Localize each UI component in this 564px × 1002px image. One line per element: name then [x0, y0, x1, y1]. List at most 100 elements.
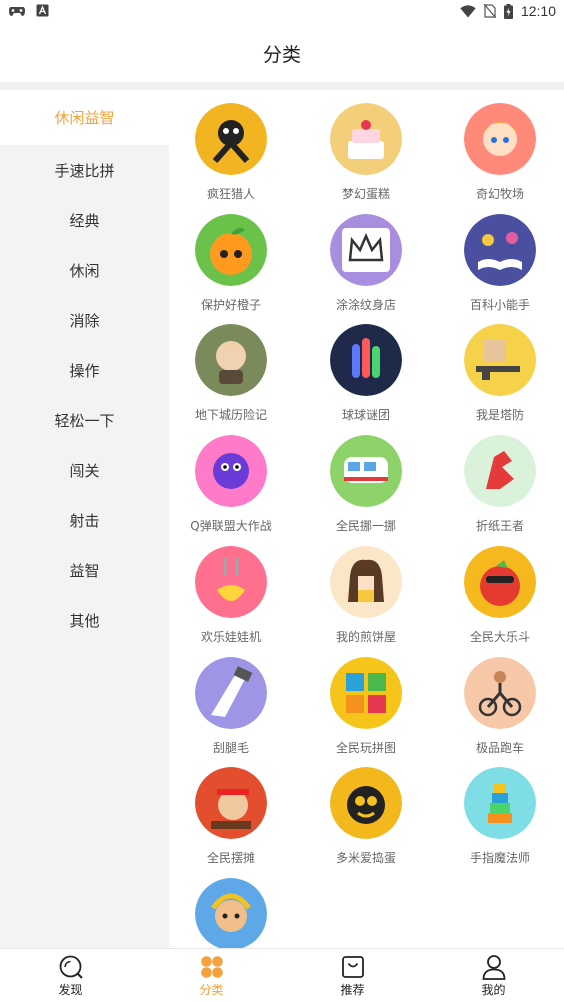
a-box-icon: [36, 4, 49, 17]
game-item[interactable]: 保护好橙子: [171, 213, 291, 322]
game-name: 极品跑车: [475, 740, 524, 755]
ranch-girl-icon: [464, 103, 536, 175]
tower-defense-gun-icon: [464, 324, 536, 397]
game-item[interactable]: 全民玩拼图: [306, 656, 426, 765]
game-item[interactable]: 刮腿毛: [171, 656, 291, 765]
game-item[interactable]: 疯狂猎人: [171, 103, 291, 211]
cake-icon: [330, 103, 402, 175]
sidebar-item[interactable]: 轻松一下: [0, 395, 169, 445]
game-item[interactable]: 全民摆摊: [171, 767, 291, 875]
game-item[interactable]: 我是塔防: [440, 324, 560, 432]
orange-icon: [195, 213, 267, 286]
game-name: 刮腿毛: [212, 740, 249, 755]
game-name: 我是塔防: [475, 408, 524, 423]
profile-icon: [482, 954, 505, 980]
game-name: 百科小能手: [469, 297, 530, 312]
battery-charging-icon: [503, 3, 513, 19]
category-icon: [200, 955, 223, 978]
game-name: 疯狂猎人: [206, 187, 255, 201]
recommend-bag-icon: [341, 955, 364, 978]
game-name: 全民摆摊: [206, 851, 255, 866]
game-grid: 疯狂猎人 梦幻蛋糕 奇幻牧场保护好橙子 涂涂纹身店 百科小能手地下城历险记 球球谜团 我是塔…: [169, 90, 564, 948]
encyclopedia-book-icon: [464, 213, 536, 286]
game-name: 多米爱捣蛋: [335, 851, 396, 866]
game-item[interactable]: 奇幻牧场: [440, 103, 560, 211]
origami-rooster-icon: [464, 435, 536, 508]
no-sim-icon: [483, 4, 496, 18]
tab-label: 发现: [58, 982, 83, 997]
claw-machine-icon: [195, 545, 267, 618]
game-name: 全民挪一挪: [335, 519, 396, 534]
game-name: 涂涂纹身店: [335, 297, 396, 312]
game-name: 欢乐娃娃机: [200, 629, 261, 644]
game-name: 我的煎饼屋: [335, 629, 396, 644]
dungeon-hero-icon: [195, 324, 267, 397]
bike-rider-icon: [464, 656, 536, 729]
game-item[interactable]: [171, 877, 291, 948]
tab-label: 分类: [199, 982, 224, 997]
game-item[interactable]: 百科小能手: [440, 213, 560, 322]
game-item[interactable]: Q弹联盟大作战: [171, 435, 291, 543]
game-name: 球球谜团: [341, 408, 390, 423]
game-item[interactable]: 手指魔法师: [440, 767, 560, 875]
app-header: 分类: [0, 24, 564, 82]
sidebar-item[interactable]: 休闲益智: [0, 90, 169, 145]
tab-profile[interactable]: 我的: [423, 949, 564, 1002]
game-name: 地下城历险记: [194, 408, 267, 423]
header-divider: [0, 82, 564, 90]
sidebar-item[interactable]: 闯关: [0, 445, 169, 495]
purple-blob-icon: [195, 435, 267, 508]
sidebar-item[interactable]: 射击: [0, 495, 169, 545]
pancake-girl-icon: [330, 545, 402, 618]
game-item[interactable]: 我的煎饼屋: [306, 545, 426, 654]
street-vendor-icon: [195, 767, 267, 840]
status-time: 12:10: [520, 3, 556, 19]
wifi-icon: [460, 4, 476, 17]
game-name: 全民玩拼图: [335, 740, 396, 755]
game-item[interactable]: 地下城历险记: [171, 324, 291, 432]
sidebar-item[interactable]: 操作: [0, 345, 169, 395]
tab-label: 我的: [481, 982, 506, 997]
stacking-blocks-icon: [464, 767, 536, 840]
monkey-king-icon: [195, 877, 267, 948]
page-title: 分类: [262, 43, 301, 66]
sidebar-item[interactable]: 手速比拼: [0, 145, 169, 195]
sidebar-item[interactable]: 益智: [0, 545, 169, 595]
crown-tattoo-icon: [330, 213, 402, 286]
game-item[interactable]: 梦幻蛋糕: [306, 103, 426, 211]
discover-icon: [59, 955, 83, 979]
sidebar-item[interactable]: 经典: [0, 195, 169, 245]
game-item[interactable]: 涂涂纹身店: [306, 213, 426, 322]
game-name: Q弹联盟大作战: [190, 519, 272, 534]
game-name: 梦幻蛋糕: [341, 187, 390, 201]
game-name: 手指魔法师: [469, 851, 530, 866]
sidebar-item[interactable]: 休闲: [0, 245, 169, 295]
tab-label: 推荐: [340, 982, 365, 997]
category-sidebar: 休闲益智 手速比拼 经典 休闲 消除 操作 轻松一下 闯关 射击 益智 其他: [0, 90, 169, 948]
game-item[interactable]: 球球谜团: [306, 324, 426, 432]
puzzle-icon: [330, 656, 402, 729]
tab-recommend[interactable]: 推荐: [282, 949, 423, 1002]
game-item[interactable]: 极品跑车: [440, 656, 560, 765]
sidebar-item[interactable]: 消除: [0, 295, 169, 345]
game-name: 保护好橙子: [200, 297, 261, 312]
sidebar-item[interactable]: 其他: [0, 595, 169, 645]
game-name: 奇幻牧场: [475, 187, 524, 201]
bottom-tab-bar: 发现 分类 推荐 我的: [0, 948, 564, 1002]
game-item[interactable]: 全民挪一挪: [306, 435, 426, 543]
game-item[interactable]: 多米爱捣蛋: [306, 767, 426, 875]
tab-category[interactable]: 分类: [141, 949, 282, 1002]
game-item[interactable]: 折纸王者: [440, 435, 560, 543]
tab-discover[interactable]: 发现: [0, 949, 141, 1002]
status-bar: 12:10: [0, 0, 564, 24]
train-icon: [330, 435, 402, 508]
angry-tomato-icon: [464, 545, 536, 618]
game-item[interactable]: 全民大乐斗: [440, 545, 560, 654]
game-item[interactable]: 欢乐娃娃机: [171, 545, 291, 654]
stickman-hunter-icon: [195, 103, 267, 175]
game-name: 折纸王者: [475, 519, 524, 534]
game-name: 全民大乐斗: [469, 629, 530, 644]
bomb-face-icon: [330, 767, 402, 840]
game-controller-icon: [9, 6, 25, 16]
ball-tubes-icon: [330, 324, 402, 397]
